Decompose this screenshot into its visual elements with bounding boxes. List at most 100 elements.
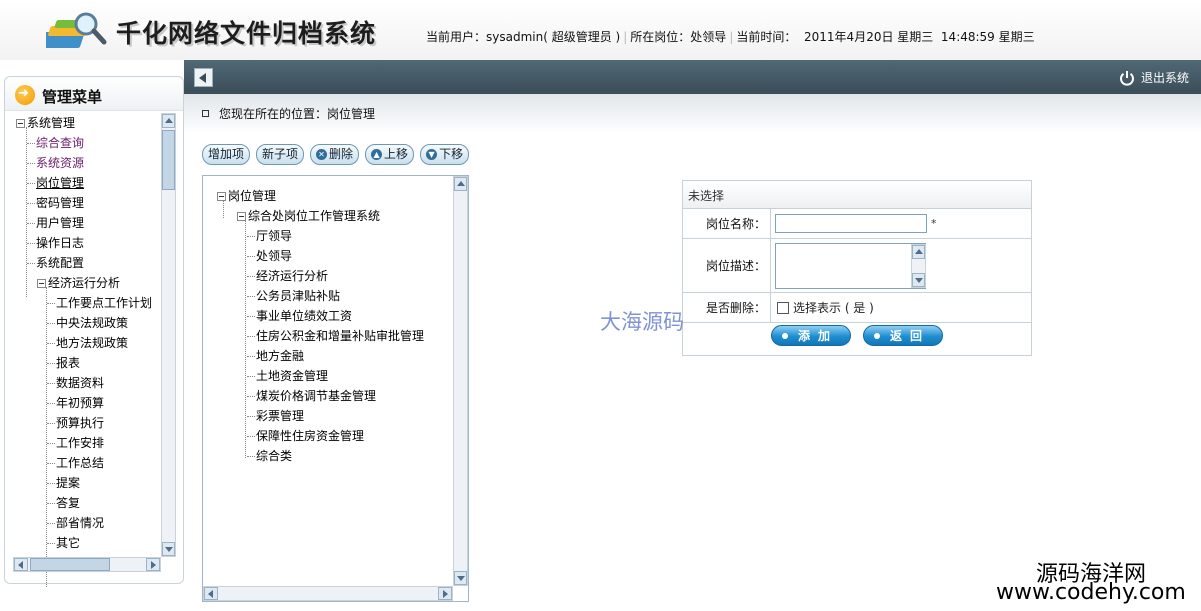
scroll-right-icon[interactable] — [146, 558, 160, 571]
form-buttons: 添加 返回 — [771, 325, 943, 346]
sidebar-item-logs[interactable]: 操作日志 — [27, 235, 84, 251]
toolbar: 增加项 新子项 ✕ 删除 ▲ 上移 ▼ 下移 — [202, 144, 470, 165]
sidebar-subitem[interactable]: 年初预算 — [47, 395, 104, 411]
scroll-down-icon[interactable] — [912, 273, 925, 287]
is-deleted-checkbox[interactable] — [777, 301, 789, 314]
tree-node[interactable]: 保障性住房资金管理 — [247, 428, 364, 444]
app-title: 千化网络文件归档系统 — [116, 19, 377, 48]
move-down-button[interactable]: ▼ 下移 — [420, 144, 470, 165]
position-label: 所在岗位： — [630, 30, 691, 44]
tree-horizontal-scrollbar[interactable] — [203, 586, 453, 601]
scroll-thumb[interactable] — [162, 130, 175, 190]
current-time: 14:48:59 星期三 — [940, 30, 1035, 44]
top-bar: 退出系统 — [184, 60, 1201, 94]
tree-node[interactable]: 公务员津贴补贴 — [247, 288, 340, 304]
sidebar-subitem[interactable]: 工作安排 — [47, 435, 104, 451]
sidebar-header: 管理菜单 — [5, 77, 183, 111]
sidebar-subitem[interactable]: 部省情况 — [47, 515, 104, 531]
position-desc-label: 岗位描述： — [683, 239, 771, 292]
tree-node[interactable]: 彩票管理 — [247, 408, 304, 424]
sidebar-subitem[interactable]: 数据资料 — [47, 375, 104, 391]
arrow-down-icon: ▼ — [426, 149, 438, 160]
form-row-name: 岗位名称： * — [683, 209, 1031, 239]
is-deleted-checkbox-label: 选择表示 ( 是 ) — [793, 301, 874, 315]
tree-node[interactable]: 住房公积金和增量补贴审批管理 — [247, 328, 424, 344]
sidebar: 管理菜单 系统管理 综合查询 系统资源 岗位管理 密码管理 用户管理 操作日志 … — [4, 76, 184, 587]
tree-node[interactable]: 煤炭价格调节基金管理 — [247, 388, 376, 404]
sidebar-subitem[interactable]: 提案 — [47, 475, 80, 491]
arrow-up-icon: ▲ — [371, 149, 383, 160]
tree-node[interactable]: 地方金融 — [247, 348, 304, 364]
scroll-up-icon[interactable] — [454, 177, 467, 191]
tree-node[interactable]: 经济运行分析 — [247, 268, 328, 284]
collapse-icon[interactable] — [217, 192, 226, 201]
tree-node[interactable]: 事业单位绩效工资 — [247, 308, 352, 324]
sidebar-subitem[interactable]: 地方法规政策 — [47, 335, 128, 351]
sidebar-vertical-scrollbar[interactable] — [161, 113, 176, 557]
scroll-down-icon[interactable] — [454, 571, 467, 585]
sidebar-root-system[interactable]: 系统管理 — [16, 115, 75, 131]
sidebar-subitem[interactable]: 中央法规政策 — [47, 315, 128, 331]
position-name-input[interactable] — [775, 214, 927, 233]
sidebar-item-config[interactable]: 系统配置 — [27, 255, 84, 271]
logout-label: 退出系统 — [1140, 71, 1189, 85]
position-name-label: 岗位名称： — [683, 209, 771, 238]
position-form: 未选择 岗位名称： * 岗位描述： 是否删除： 选择表示 ( 是 ) 添加 返回 — [682, 180, 1032, 356]
bullet-icon — [874, 332, 880, 339]
position-tree: 岗位管理 综合处岗位工作管理系统 厅领导 处领导 经济运行分析 公务员津贴补贴 … — [217, 186, 453, 586]
add-button[interactable]: 添加 — [771, 325, 851, 346]
time-label: 当前时间： — [736, 30, 797, 44]
form-header: 未选择 — [683, 181, 1031, 209]
sidebar-item-resources[interactable]: 系统资源 — [27, 155, 84, 171]
sidebar-item-query[interactable]: 综合查询 — [27, 135, 84, 151]
tree-vertical-scrollbar[interactable] — [453, 176, 468, 586]
scroll-down-icon[interactable] — [162, 542, 175, 556]
form-row-deleted: 是否删除： 选择表示 ( 是 ) — [683, 293, 1031, 323]
user-role: ( 超级管理员 ) — [543, 30, 621, 44]
sidebar-subitem[interactable]: 答复 — [47, 495, 80, 511]
sidebar-group-economic[interactable]: 经济运行分析 — [37, 275, 120, 291]
tree-node[interactable]: 厅领导 — [247, 228, 292, 244]
sidebar-item-users[interactable]: 用户管理 — [27, 215, 84, 231]
sidebar-subitem[interactable]: 工作总结 — [47, 455, 104, 471]
position-desc-textarea[interactable] — [775, 243, 926, 289]
tree-node[interactable]: 土地资金管理 — [247, 368, 328, 384]
sidebar-subitem[interactable]: 预算执行 — [47, 415, 104, 431]
logout-button[interactable]: 退出系统 — [1119, 69, 1189, 86]
sidebar-subitem[interactable]: 工作要点工作计划 — [47, 295, 152, 311]
sidebar-subitem[interactable]: 报表 — [47, 355, 80, 371]
collapse-sidebar-button[interactable] — [194, 68, 213, 87]
collapse-icon[interactable] — [237, 212, 246, 221]
back-button[interactable]: 返回 — [863, 325, 943, 346]
add-child-button[interactable]: 新子项 — [256, 144, 305, 165]
scroll-up-icon[interactable] — [162, 114, 175, 128]
scroll-right-icon[interactable] — [438, 587, 452, 600]
sidebar-item-password[interactable]: 密码管理 — [27, 195, 84, 211]
tree-node[interactable]: 处领导 — [247, 248, 292, 264]
move-up-button[interactable]: ▲ 上移 — [365, 144, 415, 165]
scroll-up-icon[interactable] — [912, 245, 925, 259]
delete-button[interactable]: ✕ 删除 — [310, 144, 360, 165]
current-user: sysadmin — [486, 30, 544, 44]
scroll-thumb[interactable] — [30, 558, 110, 571]
sidebar-subitem[interactable]: 其它 — [47, 535, 80, 551]
sidebar-horizontal-scrollbar[interactable] — [13, 557, 161, 572]
tree-branch[interactable]: 综合处岗位工作管理系统 — [237, 208, 380, 224]
tree-root[interactable]: 岗位管理 — [217, 188, 276, 204]
tree-node[interactable]: 综合类 — [247, 448, 292, 464]
collapse-icon[interactable] — [37, 279, 46, 288]
scroll-left-icon[interactable] — [204, 587, 218, 600]
current-date: 2011年4月20日 星期三 — [804, 30, 934, 44]
watermark-center: 大海源码 — [600, 310, 684, 334]
is-deleted-option[interactable]: 选择表示 ( 是 ) — [777, 293, 874, 322]
textarea-scrollbar[interactable] — [911, 244, 926, 288]
collapse-icon[interactable] — [16, 119, 25, 128]
delete-icon: ✕ — [316, 149, 328, 160]
breadcrumb: 您现在所在的位置：岗位管理 — [202, 105, 375, 122]
current-user-label: 当前用户： — [426, 30, 487, 44]
sidebar-tree: 系统管理 综合查询 系统资源 岗位管理 密码管理 用户管理 操作日志 系统配置 … — [13, 113, 161, 593]
add-item-button[interactable]: 增加项 — [202, 144, 251, 165]
scroll-left-icon[interactable] — [14, 558, 28, 571]
sidebar-item-positions[interactable]: 岗位管理 — [27, 175, 84, 191]
logo-icon — [46, 12, 107, 48]
